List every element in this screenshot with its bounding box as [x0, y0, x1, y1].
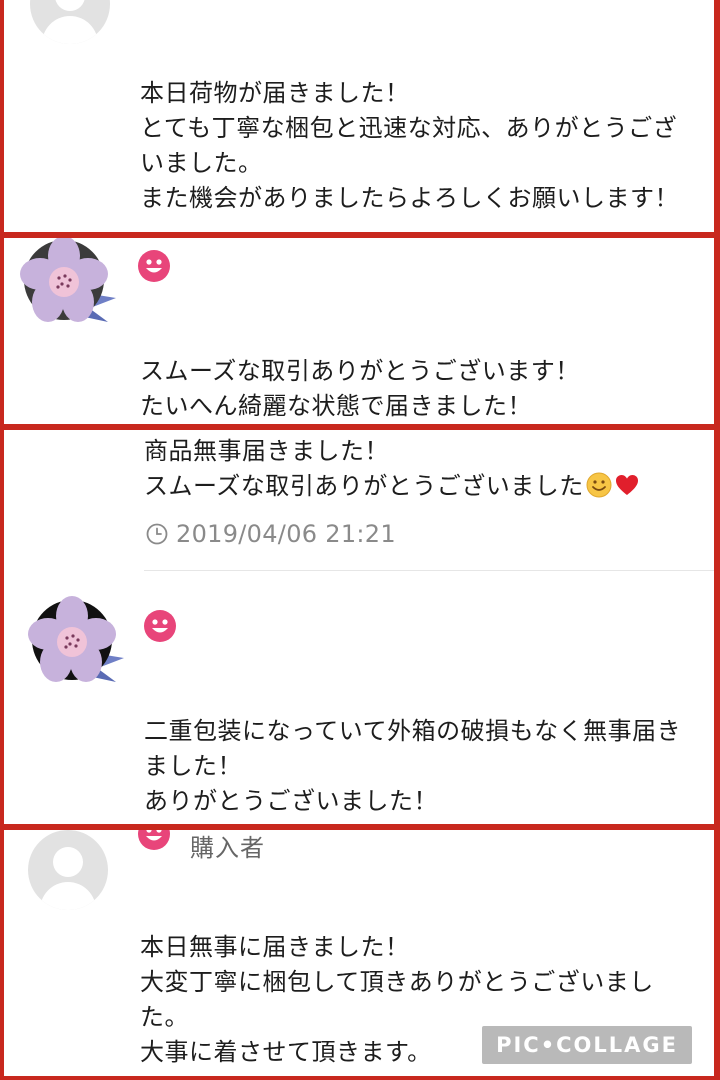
review-line: スムーズな取引ありがとうございました [144, 469, 694, 504]
review-panel: スムーズな取引ありがとうございます！ たいへん綺麗な状態で届きました！ [4, 238, 714, 424]
review-line: スムーズな取引ありがとうございます！ [140, 357, 580, 385]
flower-avatar-icon[interactable] [26, 596, 126, 696]
review-line: また機会がありましたらよろしくお願いします！ [140, 184, 679, 212]
smiley-good-icon [144, 610, 176, 642]
flower-avatar-icon[interactable] [18, 238, 118, 336]
review-divider [144, 570, 714, 571]
review-line: ました！ [144, 752, 242, 780]
buyer-role-label: 購入者 [190, 834, 265, 862]
review-panel: 商品無事届きました！ スムーズな取引ありがとうございました 2019/04/06… [4, 430, 714, 824]
smiley-good-icon [138, 250, 170, 282]
default-avatar-icon[interactable] [28, 830, 108, 910]
review-line: いました。 [140, 149, 263, 177]
review-line: とても丁寧な梱包と迅速な対応、ありがとうござ [140, 114, 678, 142]
review-line: たいへん綺麗な状態で届きました！ [140, 392, 532, 420]
review-line: 本日無事に届きました！ [140, 933, 410, 961]
review-line: 二重包装になっていて外箱の破損もなく無事届き [144, 717, 682, 745]
pic-collage-watermark: PIC•COLLAGE [482, 1026, 692, 1064]
clock-icon [146, 523, 168, 545]
avatar-shoulders [40, 882, 96, 910]
review-line: ありがとうございました！ [144, 787, 438, 815]
smiling-face-emoji-icon [586, 472, 612, 498]
timestamp-text: 2019/04/06 21:21 [176, 520, 396, 548]
review-line: 大変丁寧に梱包して頂きありがとうございまし [140, 968, 654, 996]
review-panel: 本日荷物が届きました！ とても丁寧な梱包と迅速な対応、ありがとうござ いました。… [4, 0, 714, 232]
collage-frame: 本日荷物が届きました！ とても丁寧な梱包と迅速な対応、ありがとうござ いました。… [0, 0, 720, 1080]
smiley-good-icon [138, 830, 170, 850]
review-line-text: スムーズな取引ありがとうございました [144, 472, 584, 500]
review-message: 二重包装になっていて外箱の破損もなく無事届き ました！ ありがとうございました！ [144, 714, 694, 819]
review-line: 商品無事届きました！ [144, 437, 389, 465]
avatar-head [53, 847, 83, 877]
review-message: 商品無事届きました！ スムーズな取引ありがとうございました [144, 434, 694, 504]
red-heart-emoji-icon [615, 475, 638, 495]
default-avatar-icon[interactable] [30, 0, 110, 44]
review-line: 本日荷物が届きました！ [140, 79, 410, 107]
avatar-head [55, 0, 85, 11]
review-panel: 購入者 本日無事に届きました！ 大変丁寧に梱包して頂きありがとうございまし た。… [4, 830, 714, 1076]
review-timestamp: 2019/04/06 21:21 [146, 520, 396, 548]
review-message: 本日荷物が届きました！ とても丁寧な梱包と迅速な対応、ありがとうござ いました。… [140, 76, 694, 216]
review-message: スムーズな取引ありがとうございます！ たいへん綺麗な状態で届きました！ [140, 354, 694, 424]
avatar-shoulders [42, 16, 98, 44]
